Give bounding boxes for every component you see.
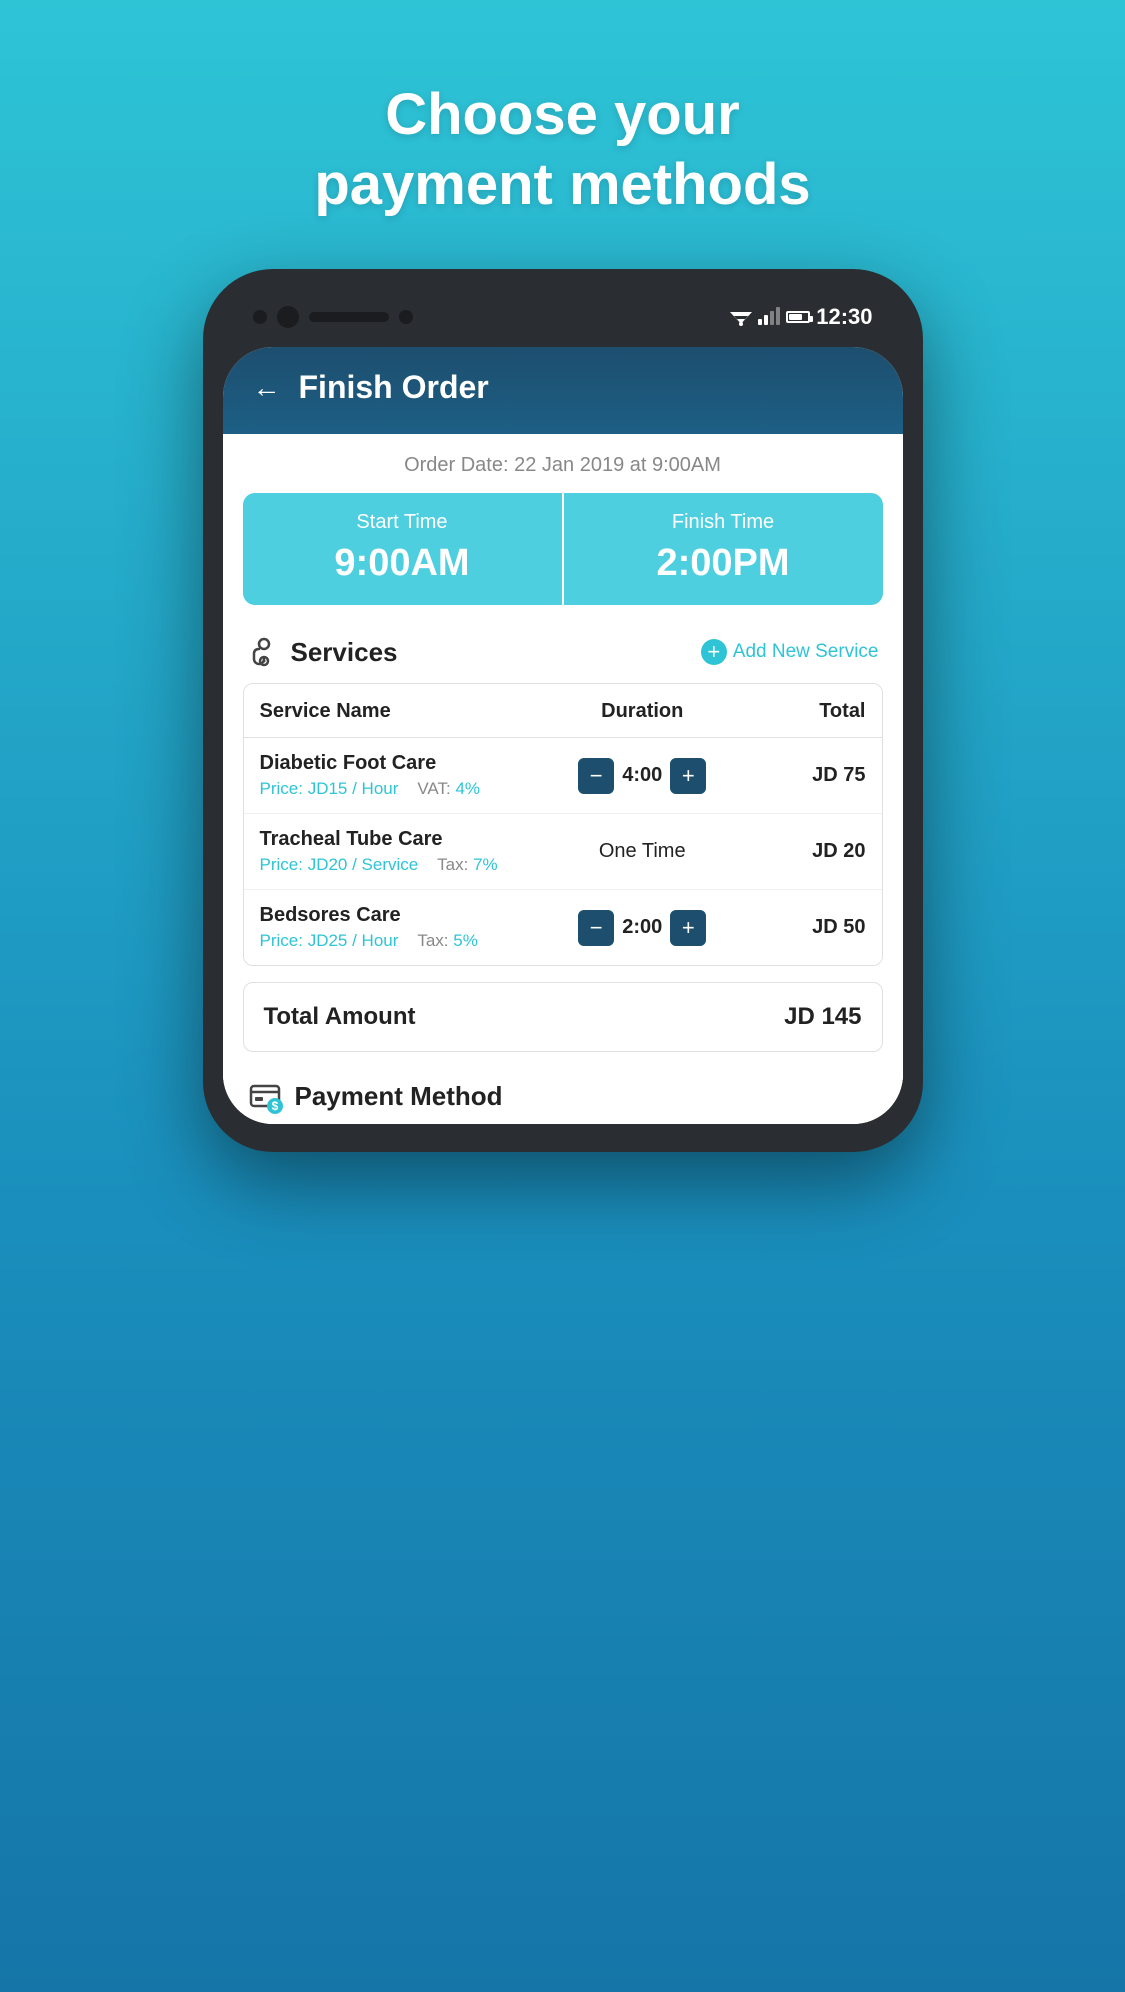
table-row: Diabetic Foot Care Price: JD15 / Hour VA… — [244, 738, 882, 814]
duration-cell-2: One Time — [547, 840, 738, 863]
service-price-3: Price: JD25 / Hour Tax: 5% — [260, 931, 547, 951]
total-cell-2: JD 20 — [738, 840, 866, 863]
col-duration-header: Duration — [547, 700, 738, 723]
payment-icon: $ — [247, 1078, 283, 1114]
service-info-3: Bedsores Care Price: JD25 / Hour Tax: 5% — [260, 904, 547, 951]
add-icon: + — [701, 639, 727, 665]
finish-time-value: 2:00PM — [574, 542, 873, 585]
price-value-3: JD25 / Hour — [308, 931, 399, 950]
service-name-1: Diabetic Foot Care — [260, 752, 547, 775]
services-title: Services — [291, 637, 398, 668]
battery-icon — [786, 311, 810, 323]
duration-cell-1: − 4:00 + — [547, 758, 738, 794]
total-cell-3: JD 50 — [738, 916, 866, 939]
app-content: Order Date: 22 Jan 2019 at 9:00AM Start … — [223, 434, 903, 1124]
payment-method-title: Payment Method — [295, 1081, 503, 1112]
start-time-value: 9:00AM — [253, 542, 552, 585]
status-time: 12:30 — [816, 304, 872, 330]
price-value-2: JD20 / Service — [308, 855, 419, 874]
table-header: Service Name Duration Total — [244, 684, 882, 738]
back-button[interactable]: ← — [253, 372, 281, 404]
phone-screen: ← Finish Order Order Date: 22 Jan 2019 a… — [223, 347, 903, 1124]
svg-text:$: $ — [271, 1099, 278, 1113]
duration-value-1: 4:00 — [622, 764, 662, 787]
col-name-header: Service Name — [260, 700, 547, 723]
service-name-3: Bedsores Care — [260, 904, 547, 927]
service-price-2: Price: JD20 / Service Tax: 7% — [260, 855, 547, 875]
total-cell-1: JD 75 — [738, 764, 866, 787]
start-time-label: Start Time — [253, 511, 552, 534]
app-header: ← Finish Order — [223, 347, 903, 434]
table-row: Tracheal Tube Care Price: JD20 / Service… — [244, 814, 882, 890]
duration-cell-3: − 2:00 + — [547, 910, 738, 946]
hero-section: Choose your payment methods — [314, 80, 810, 219]
app-title: Finish Order — [299, 369, 489, 406]
stethoscope-icon — [247, 635, 281, 669]
services-left: Services — [247, 635, 398, 669]
service-info-1: Diabetic Foot Care Price: JD15 / Hour VA… — [260, 752, 547, 799]
hero-title: Choose your payment methods — [314, 80, 810, 219]
speaker-bar — [309, 312, 389, 322]
camera-dot-2 — [399, 310, 413, 324]
phone-shell: 12:30 ← Finish Order Order Date: 22 Jan … — [203, 269, 923, 1152]
start-time-cell: Start Time 9:00AM — [243, 493, 564, 605]
table-row: Bedsores Care Price: JD25 / Hour Tax: 5%… — [244, 890, 882, 965]
service-name-2: Tracheal Tube Care — [260, 828, 547, 851]
price-value-1: JD15 / Hour — [308, 779, 399, 798]
increment-button-3[interactable]: + — [670, 910, 706, 946]
vat-value-3: 5% — [453, 931, 478, 950]
col-total-header: Total — [738, 700, 866, 723]
decrement-button-3[interactable]: − — [578, 910, 614, 946]
add-service-button[interactable]: + Add New Service — [701, 639, 879, 665]
payment-section: $ Payment Method — [223, 1068, 903, 1124]
add-service-label: Add New Service — [733, 641, 879, 663]
finish-time-cell: Finish Time 2:00PM — [564, 493, 883, 605]
vat-value-2: 7% — [473, 855, 498, 874]
status-bar: 12:30 — [730, 304, 872, 330]
camera-area — [253, 306, 413, 328]
camera-front — [277, 306, 299, 328]
battery-fill — [789, 314, 802, 320]
total-amount-row: Total Amount JD 145 — [243, 982, 883, 1052]
decrement-button-1[interactable]: − — [578, 758, 614, 794]
phone-top-bar: 12:30 — [223, 297, 903, 337]
time-grid: Start Time 9:00AM Finish Time 2:00PM — [243, 493, 883, 605]
duration-value-3: 2:00 — [622, 916, 662, 939]
total-amount-label: Total Amount — [264, 1003, 416, 1031]
services-header: Services + Add New Service — [223, 625, 903, 683]
services-table: Service Name Duration Total Diabetic Foo… — [243, 683, 883, 966]
vat-value-1: 4% — [455, 779, 480, 798]
increment-button-1[interactable]: + — [670, 758, 706, 794]
duration-text-2: One Time — [599, 840, 686, 863]
total-amount-value: JD 145 — [784, 1003, 861, 1031]
service-price-1: Price: JD15 / Hour VAT: 4% — [260, 779, 547, 799]
order-date: Order Date: 22 Jan 2019 at 9:00AM — [223, 434, 903, 493]
finish-time-label: Finish Time — [574, 511, 873, 534]
signal-icon — [758, 309, 780, 325]
service-info-2: Tracheal Tube Care Price: JD20 / Service… — [260, 828, 547, 875]
camera-dot-1 — [253, 310, 267, 324]
wifi-icon — [730, 308, 752, 326]
